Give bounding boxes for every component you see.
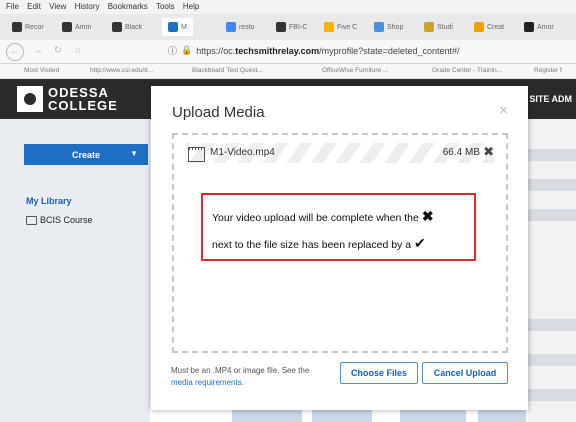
bookmark-item[interactable]: OfficeWise Furniture ... xyxy=(322,67,388,74)
bookmark-item[interactable]: Grade Center - Trainin... xyxy=(432,67,502,74)
menu-edit[interactable]: Edit xyxy=(27,2,41,11)
list-item xyxy=(528,209,576,221)
close-icon[interactable]: × xyxy=(499,102,508,119)
tab-active[interactable]: M xyxy=(162,18,193,36)
back-icon[interactable]: ← xyxy=(6,43,24,61)
create-button[interactable]: Create ▼ xyxy=(24,144,148,165)
tab[interactable]: Amm xyxy=(62,18,91,36)
site-admin-link[interactable]: SITE ADM xyxy=(529,94,572,104)
refresh-icon[interactable]: ↻ xyxy=(50,43,66,59)
menu-history[interactable]: History xyxy=(75,2,100,11)
checkmark-icon: ✔ xyxy=(414,235,426,251)
remove-file-icon[interactable]: ✖ xyxy=(483,144,494,160)
logo-mark-icon xyxy=(17,86,43,112)
folder-bcis-course[interactable]: BCIS Course xyxy=(26,215,93,225)
choose-files-button[interactable]: Choose Files xyxy=(340,362,418,384)
tab-favicon-icon xyxy=(276,22,286,32)
file-requirements-text: Must be an .MP4 or image file. See the xyxy=(171,366,310,375)
forward-icon[interactable]: → xyxy=(30,43,46,59)
tab[interactable]: Black xyxy=(112,18,142,36)
tab[interactable]: Creat xyxy=(474,18,504,36)
menu-file[interactable]: File xyxy=(6,2,19,11)
list-item xyxy=(528,149,576,161)
menu-view[interactable]: View xyxy=(49,2,66,11)
browser-tabbar: Recor Amm Black M resto FBI-C Five C Sho… xyxy=(0,14,576,41)
list-item xyxy=(528,389,576,401)
home-icon[interactable]: ⌂ xyxy=(70,43,86,59)
note-line-1: Your video upload will be complete when … xyxy=(212,212,419,224)
tab[interactable]: Studi xyxy=(424,18,453,36)
tab-favicon-icon xyxy=(62,22,72,32)
note-line-2: next to the file size has been replaced … xyxy=(212,239,412,251)
info-icon: ⓘ xyxy=(168,46,178,56)
video-file-icon xyxy=(188,147,205,162)
list-item xyxy=(528,179,576,191)
bookmark-item[interactable]: Blackboard Test Quest... xyxy=(192,67,263,74)
list-item xyxy=(528,354,576,366)
my-library-link[interactable]: My Library xyxy=(26,196,72,206)
bookmarks-bar: Most Visited http://www.csi.edu/tr... Bl… xyxy=(0,64,576,79)
menu-help[interactable]: Help xyxy=(183,2,199,11)
tab[interactable]: Five C xyxy=(324,18,357,36)
tab[interactable]: Shop xyxy=(374,18,403,36)
url-bar[interactable]: ⓘ 🔒 https://oc.techsmithrelay.com/myprof… xyxy=(168,43,568,58)
cancel-upload-button[interactable]: Cancel Upload xyxy=(422,362,508,384)
tab[interactable]: FBI-C xyxy=(276,18,307,36)
browser-menubar: File Edit View History Bookmarks Tools H… xyxy=(0,0,576,14)
menu-bookmarks[interactable]: Bookmarks xyxy=(108,2,148,11)
tab-favicon-icon xyxy=(112,22,122,32)
browser-navbar: ← → ↻ ⌂ ⓘ 🔒 https://oc.techsmithrelay.co… xyxy=(0,40,576,64)
lock-icon: 🔒 xyxy=(181,45,193,55)
tab-favicon-icon xyxy=(424,22,434,32)
tab[interactable]: Amor xyxy=(524,18,554,36)
url-text: https://oc.techsmithrelay.com/myprofile?… xyxy=(196,45,460,56)
tab-favicon-icon xyxy=(374,22,384,32)
x-icon: ✖ xyxy=(421,208,434,224)
list-item xyxy=(528,319,576,331)
tab[interactable]: resto xyxy=(226,18,255,36)
bookmark-item[interactable]: Most Visited xyxy=(24,67,59,74)
tab[interactable]: Recor xyxy=(12,18,44,36)
file-name: M1-Video.mp4 xyxy=(210,147,275,158)
odessa-college-logo[interactable]: ODESSA COLLEGE xyxy=(17,85,147,113)
amazon-icon xyxy=(524,22,534,32)
tab-favicon-icon xyxy=(168,22,178,32)
dialog-title: Upload Media xyxy=(172,104,265,121)
annotation-callout: Your video upload will be complete when … xyxy=(201,193,476,261)
file-size: 66.4 MB xyxy=(442,147,480,158)
google-icon xyxy=(226,22,236,32)
folder-icon xyxy=(26,215,37,225)
bookmark-item[interactable]: http://www.csi.edu/tr... xyxy=(90,67,153,74)
tab-favicon-icon xyxy=(474,22,484,32)
tab-favicon-icon xyxy=(12,22,22,32)
page-background-right xyxy=(528,119,576,422)
menu-tools[interactable]: Tools xyxy=(156,2,175,11)
bookmark-item[interactable]: Register f xyxy=(534,67,562,74)
tab-favicon-icon xyxy=(324,22,334,32)
chevron-down-icon: ▼ xyxy=(130,149,138,158)
media-requirements-link[interactable]: media requirements. xyxy=(171,378,244,387)
